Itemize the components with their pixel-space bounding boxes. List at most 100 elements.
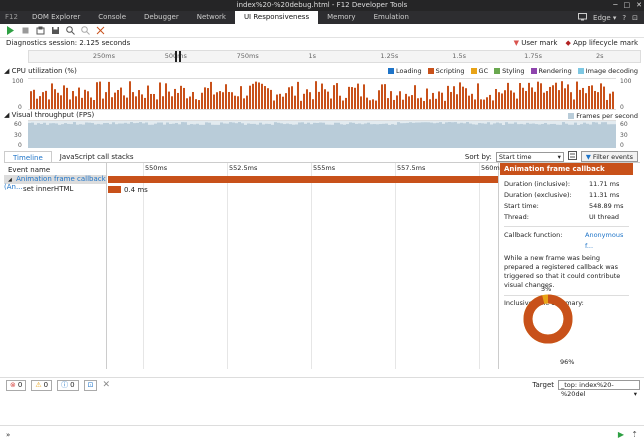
export-icon[interactable] (51, 26, 60, 35)
event-details-panel: Animation frame callback Duration (inclu… (500, 163, 633, 369)
cpu-bar (45, 90, 47, 109)
fps-notch (310, 121, 313, 125)
cpu-bar (90, 97, 92, 109)
stop-profiling-icon[interactable] (21, 26, 30, 35)
fps-notch (403, 121, 406, 124)
cpu-bar (138, 90, 140, 109)
tab-network[interactable]: Network (188, 11, 235, 24)
fps-notch (76, 121, 79, 125)
fps-notch (85, 121, 88, 123)
tab-dom-explorer[interactable]: DOM Explorer (23, 11, 89, 24)
cpu-utilization-chart[interactable] (28, 78, 616, 110)
help-icon[interactable]: ? (622, 14, 626, 22)
tab-javascript-call-stacks[interactable]: JavaScript call stacks (52, 151, 142, 162)
cpu-bar (492, 100, 494, 109)
cpu-legend-item: Scripting (427, 67, 465, 75)
animation-frame-bar[interactable] (108, 176, 498, 183)
cpu-bar (384, 84, 386, 109)
cpu-bar (219, 91, 221, 109)
monitor-icon[interactable] (578, 12, 588, 23)
tab-timeline[interactable]: Timeline (4, 151, 52, 162)
tab-emulation[interactable]: Emulation (365, 11, 418, 24)
cpu-bar (309, 92, 311, 109)
run-icon[interactable]: ▶ (618, 430, 624, 439)
cpu-bar (210, 81, 212, 109)
clear-console-icon[interactable]: ✕ (102, 380, 110, 390)
table-row-set-innerhtml[interactable]: set innerHTML (23, 185, 73, 193)
errors-badge[interactable]: ⊗ 0 (6, 379, 27, 391)
cpu-bar (444, 100, 446, 109)
fps-notch (190, 121, 193, 125)
cpu-bar (447, 85, 449, 109)
callback-link[interactable]: Anonymous f... (585, 230, 629, 252)
cpu-bar (354, 87, 356, 109)
zoom-out-icon[interactable] (81, 26, 90, 35)
close-window-button[interactable]: ✕ (636, 0, 642, 11)
tab-ui-responsiveness[interactable]: UI Responsiveness (234, 11, 319, 24)
cpu-bar (408, 96, 410, 109)
cpu-bar (195, 99, 197, 109)
filter-events-button[interactable]: ▼ Filter events (580, 151, 638, 162)
fps-chart[interactable] (28, 120, 616, 148)
table-row-animation-frame[interactable]: ◢ Animation frame callback (An... (4, 175, 106, 191)
fps-notch (385, 121, 388, 124)
clear-on-navigate-icon[interactable]: ⊡ (83, 379, 98, 391)
pin-icon[interactable]: ⊡ (632, 14, 638, 22)
fps-notch (37, 121, 40, 124)
fps-notch (133, 121, 136, 124)
timeline-ruler[interactable]: 250ms500ms750ms1s1.25s1.5s1.75s2s (28, 50, 641, 63)
cpu-bar (51, 83, 53, 109)
lifecycle-mark-icon: ◆ (565, 39, 571, 47)
clear-selection-icon[interactable] (96, 26, 105, 35)
zoom-in-icon[interactable] (66, 26, 75, 35)
cpu-bar (348, 86, 350, 109)
import-icon[interactable] (36, 26, 45, 35)
grid-line (227, 163, 228, 369)
cpu-bar (258, 82, 260, 109)
maximize-button[interactable]: □ (624, 0, 631, 11)
cpu-bar (486, 97, 488, 109)
tab-console[interactable]: Console (89, 11, 135, 24)
fps-notch (232, 121, 235, 123)
column-header-event-name: Event name (8, 166, 51, 174)
fps-notch (583, 121, 586, 123)
fps-notch (478, 121, 481, 124)
cpu-bar (336, 83, 338, 109)
start-profiling-icon[interactable] (6, 26, 15, 35)
tab-debugger[interactable]: Debugger (135, 11, 188, 24)
cpu-bar (579, 89, 581, 109)
set-innerhtml-bar[interactable] (108, 186, 121, 193)
cpu-bar (249, 85, 251, 109)
sort-dropdown[interactable]: Start time ▾ (495, 151, 564, 162)
fps-notch (514, 121, 517, 123)
grid-line (311, 163, 312, 369)
cpu-bar (120, 87, 122, 109)
minimize-button[interactable]: ─ (613, 0, 617, 11)
details-title: Animation frame callback (504, 165, 605, 173)
tab-memory[interactable]: Memory (318, 11, 364, 24)
cpu-bar (423, 100, 425, 109)
browser-mode-dropdown[interactable]: Edge ▾ (593, 14, 616, 22)
info-badge[interactable]: ⓘ 0 (57, 379, 79, 391)
cpu-bar (453, 86, 455, 109)
fps-notch (460, 121, 463, 123)
grid-tick-label: 550ms (145, 164, 168, 172)
console-input-bar[interactable]: » ▶ ⇡ (0, 425, 644, 445)
cpu-bar (561, 81, 563, 109)
selection-handle-right[interactable] (179, 51, 181, 62)
fps-axis-0: 0 (18, 142, 22, 149)
group-events-icon[interactable] (567, 151, 577, 162)
target-dropdown[interactable]: _top: index%20-%20del ▾ (558, 380, 640, 398)
cpu-bar (600, 83, 602, 109)
fps-notch (82, 121, 85, 125)
fps-notch (313, 121, 316, 123)
ruler-tick-label: 1.5s (452, 52, 467, 60)
selection-handle-left[interactable] (175, 51, 177, 62)
cpu-bar (294, 95, 296, 109)
cpu-bar (33, 89, 35, 109)
cpu-bar (144, 97, 146, 109)
details-field: Start time: 548.89 ms (504, 201, 629, 212)
expand-console-icon[interactable]: ⇡ (631, 430, 638, 439)
cpu-bar (567, 84, 569, 109)
warnings-badge[interactable]: ⚠ 0 (31, 379, 53, 391)
